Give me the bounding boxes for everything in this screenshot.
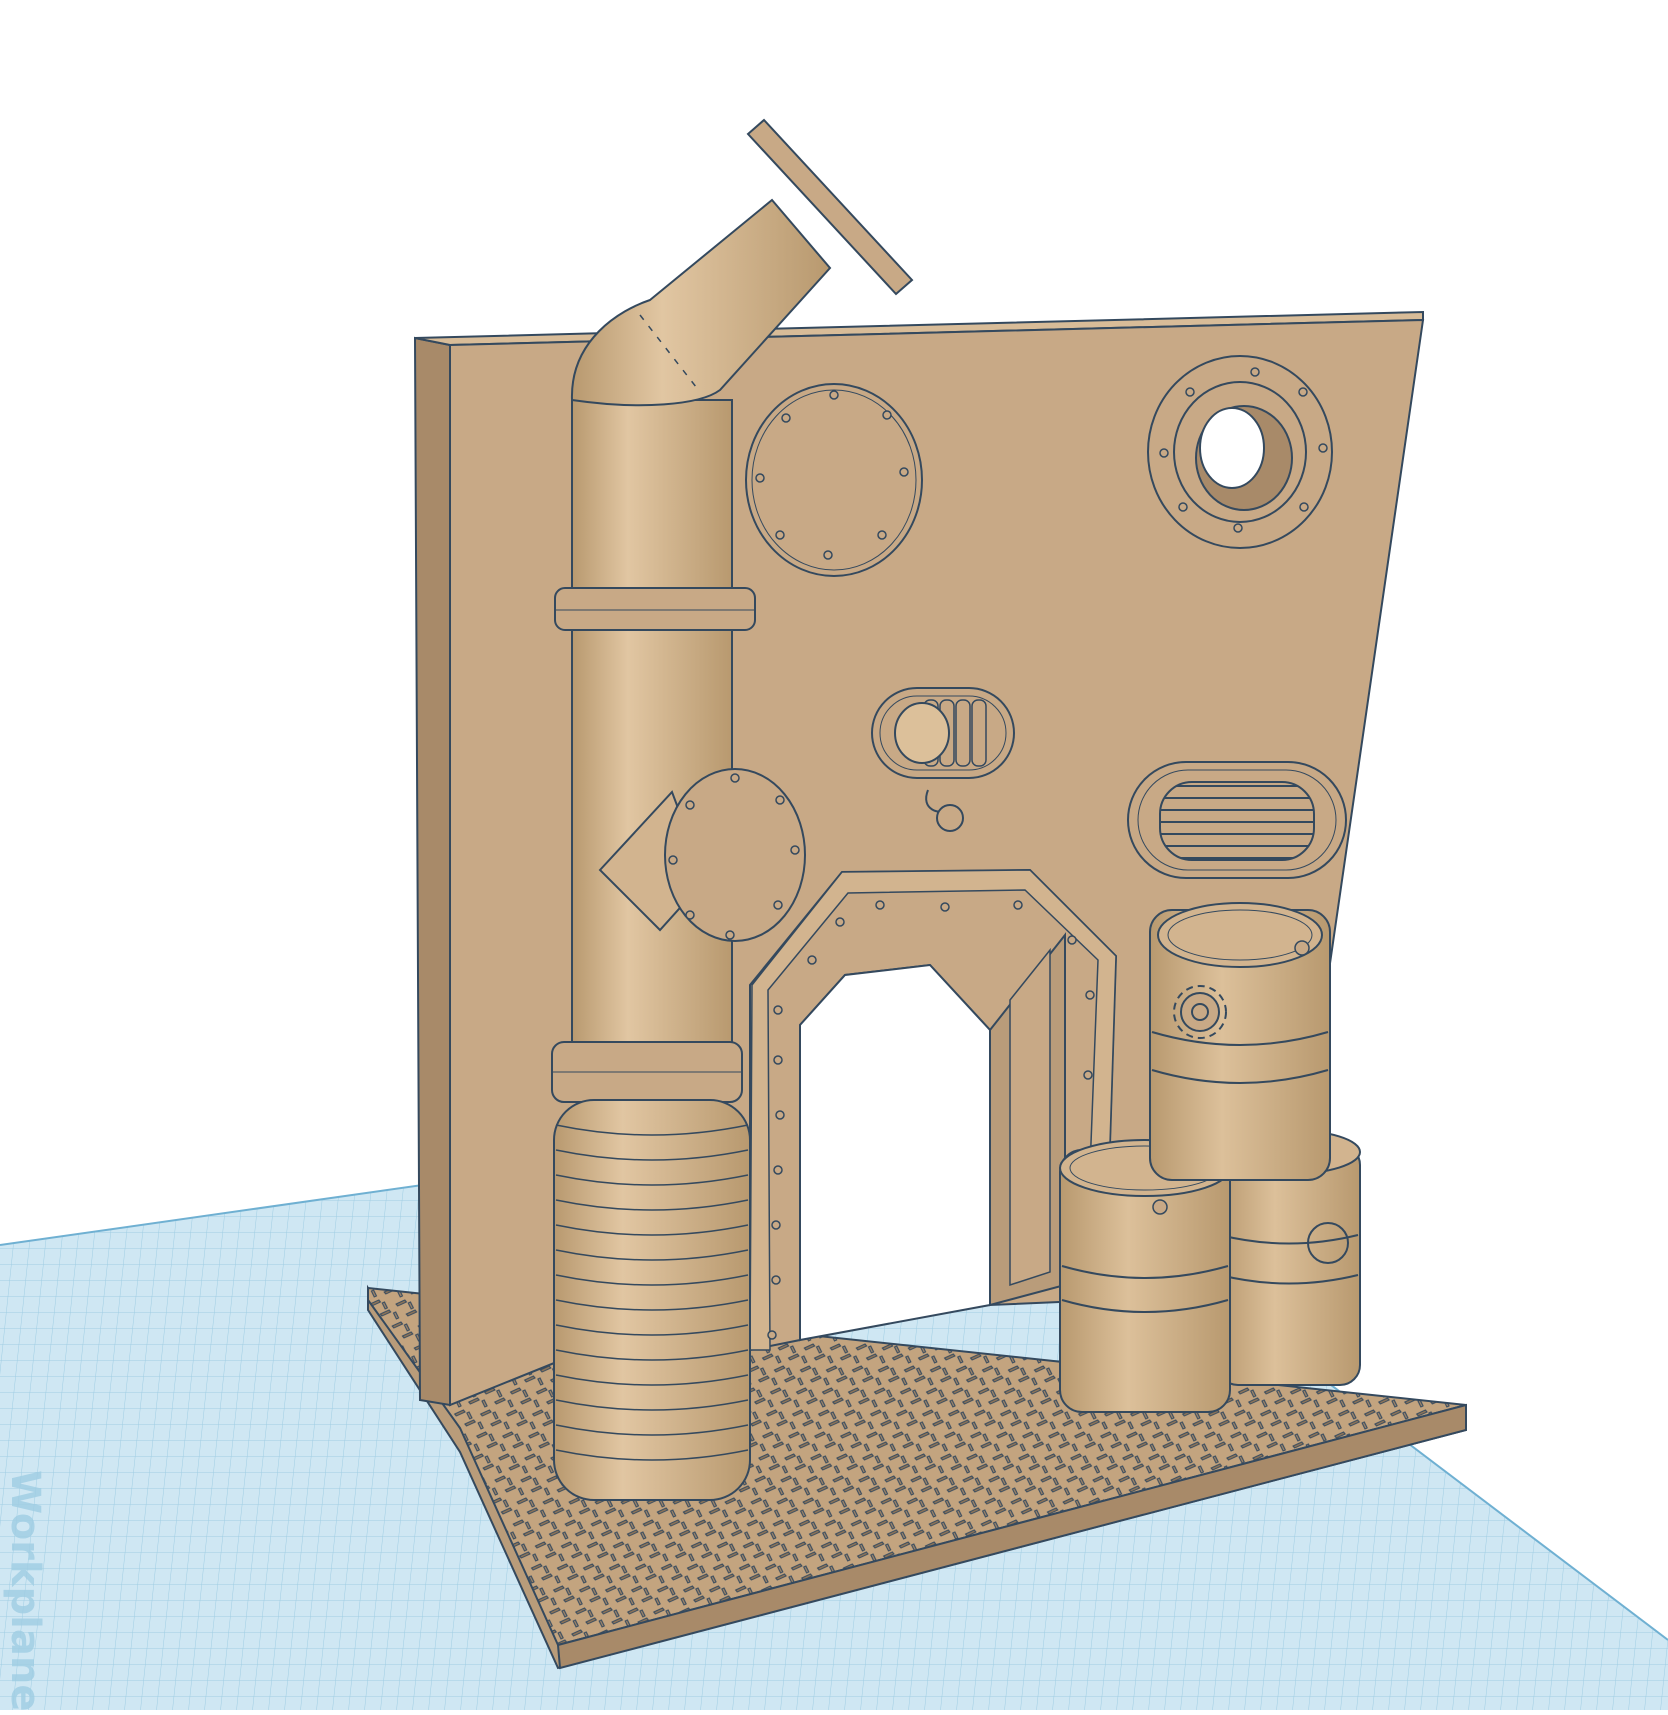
barrel-top[interactable]: [1149, 902, 1331, 1181]
porthole-open[interactable]: [1147, 355, 1333, 549]
bellows[interactable]: [553, 1099, 751, 1501]
3d-viewport[interactable]: Workplane: [0, 0, 1668, 1711]
porthole-closed[interactable]: [745, 383, 923, 577]
vent-grille[interactable]: [1127, 761, 1347, 879]
viewport-canvas[interactable]: Workplane: [0, 0, 1668, 1711]
workplane-label: Workplane: [2, 1470, 48, 1710]
